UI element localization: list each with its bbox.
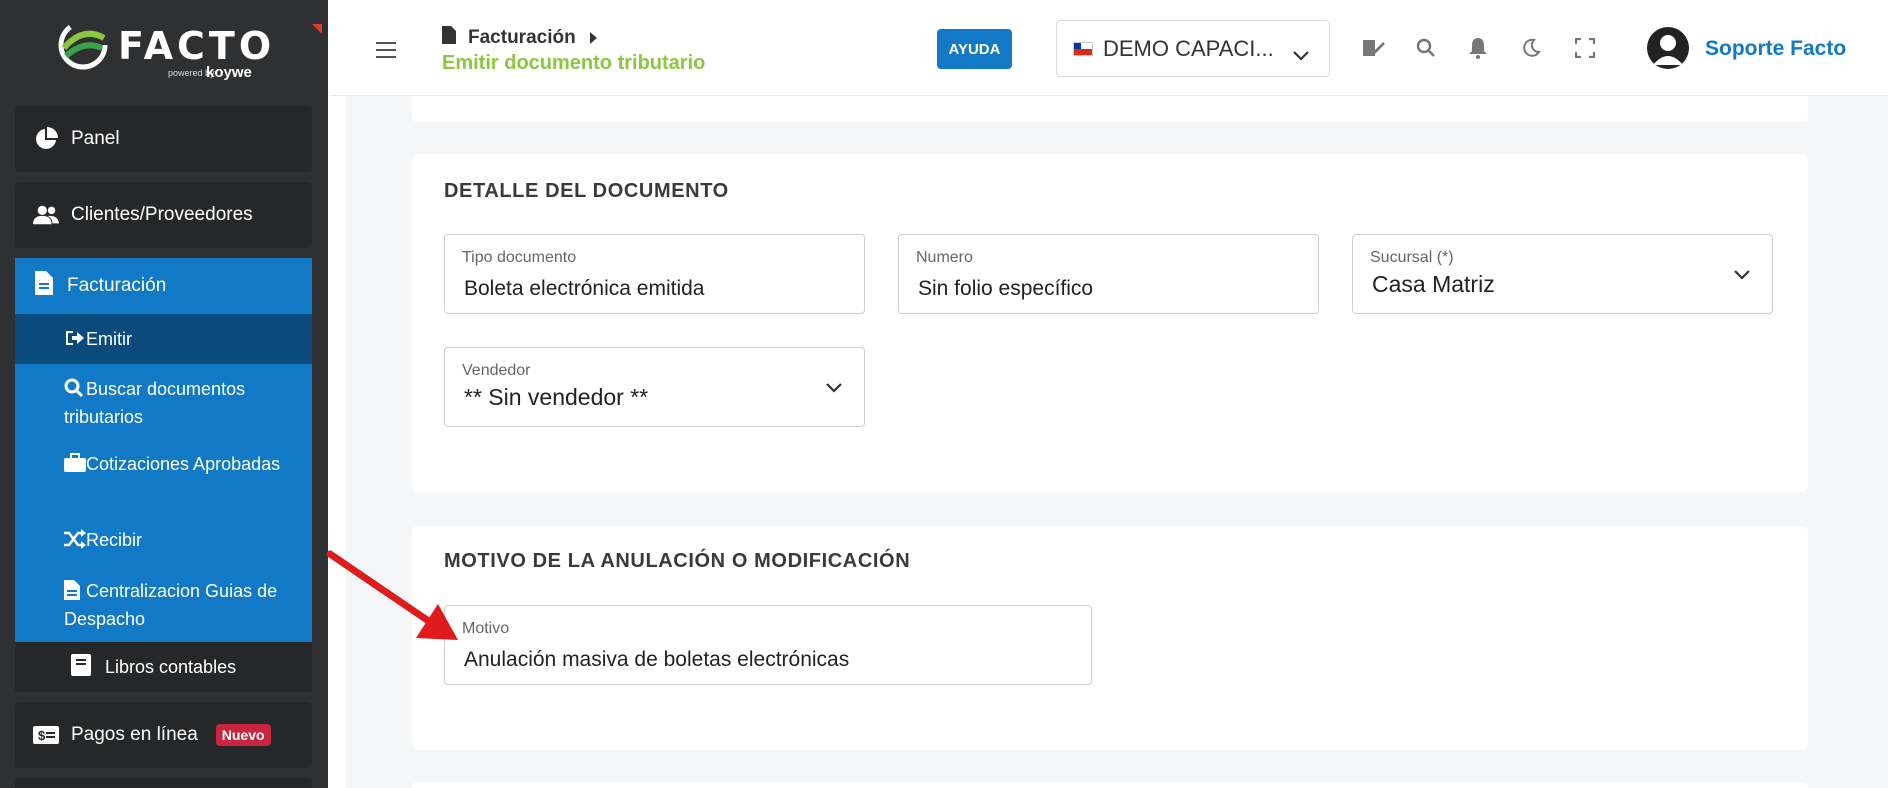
document-icon <box>442 26 456 50</box>
motivo-section-title: MOTIVO DE LA ANULACIÓN O MODIFICACIÓN <box>444 550 911 572</box>
sidebar-item-label: Facturación <box>67 275 167 296</box>
logo-accent <box>312 24 322 34</box>
help-button[interactable]: AYUDA <box>937 29 1012 69</box>
sucursal-select[interactable]: Sucursal (*) Casa Matriz <box>1352 234 1773 314</box>
sidebar-subitem-recibir[interactable]: Recibir <box>64 528 304 556</box>
logo-text: FACTO <box>118 24 276 68</box>
avatar[interactable] <box>1647 27 1689 69</box>
sidebar-item-facturacion[interactable]: Facturación <box>15 258 312 314</box>
motivo-field[interactable]: Motivo Anulación masiva de boletas elect… <box>444 605 1092 685</box>
subitem-label: Buscar documentos tributarios <box>64 379 246 427</box>
money-bill-icon: $ <box>33 722 59 748</box>
breadcrumb-label: Facturación <box>468 27 576 48</box>
sidebar-item-label: Libros contables <box>105 656 237 677</box>
fullscreen-icon[interactable] <box>1573 36 1597 60</box>
subitem-label: Emitir <box>86 329 132 349</box>
briefcase-icon <box>64 453 86 480</box>
field-value: Casa Matriz <box>1372 271 1495 297</box>
sidebar-item-clientes[interactable]: Clientes/Proveedores <box>15 182 312 248</box>
sidebar-item-pagos[interactable]: $ Pagos en línea Nuevo <box>15 702 312 768</box>
chevron-down-icon <box>826 380 842 398</box>
sidebar-subitem-cotizaciones[interactable]: Cotizaciones Aprobadas <box>64 452 304 480</box>
chevron-down-icon <box>1734 267 1750 285</box>
company-name: DEMO CAPACI... <box>1103 35 1274 61</box>
field-label: Tipo documento <box>462 249 577 266</box>
shuffle-icon <box>64 529 86 556</box>
field-label: Motivo <box>462 620 510 637</box>
chevron-down-icon <box>1293 41 1309 67</box>
search-icon <box>64 378 86 405</box>
facto-logo[interactable]: FACTO powered by koywe <box>56 18 322 82</box>
user-name[interactable]: Soporte Facto <box>1705 37 1846 61</box>
sidebar-item-label: Panel <box>71 128 120 149</box>
field-value: Anulación masiva de boletas electrónicas <box>464 648 850 671</box>
users-icon <box>33 202 59 228</box>
chile-flag-icon <box>1073 41 1093 56</box>
field-value: ** Sin vendedor ** <box>464 384 649 410</box>
pie-chart-icon <box>33 126 59 152</box>
field-label: Numero <box>916 249 973 266</box>
sidebar-item-label: Pagos en línea <box>71 724 198 745</box>
sidebar: FACTO powered by koywe Panel Clientes/Pr… <box>0 0 328 788</box>
file-text-icon <box>64 580 86 607</box>
annotation-arrow-icon <box>326 550 458 640</box>
subitem-label: Recibir <box>86 530 143 550</box>
logo-swoosh-icon <box>58 20 108 70</box>
sign-in-icon <box>64 328 86 355</box>
sidebar-subitem-centralizacion[interactable]: Centralizacion Guias de Despacho <box>64 579 304 632</box>
tipo-documento-field[interactable]: Tipo documento Boleta electrónica emitid… <box>444 234 865 314</box>
sidebar-item-panel[interactable]: Panel <box>15 106 312 172</box>
svg-text:$: $ <box>38 728 46 743</box>
subitem-label: Cotizaciones Aprobadas <box>86 454 281 474</box>
partner-logo: koywe <box>206 64 252 81</box>
caret-right-icon <box>589 32 597 44</box>
sidebar-item-label: Clientes/Proveedores <box>71 204 253 225</box>
document-icon <box>35 271 53 301</box>
field-label: Vendedor <box>462 362 531 379</box>
page-title: Emitir documento tributario <box>442 52 706 74</box>
menu-toggle-icon[interactable] <box>376 42 398 60</box>
field-value: Boleta electrónica emitida <box>464 277 705 300</box>
bell-icon[interactable] <box>1466 36 1490 60</box>
sidebar-item-libros[interactable]: Libros contables <box>15 642 312 692</box>
signature-icon[interactable] <box>1362 36 1386 60</box>
sidebar-subitem-buscar[interactable]: Buscar documentos tributarios <box>64 377 304 430</box>
book-icon <box>71 653 91 681</box>
sidebar-subitem-emitir[interactable]: Emitir <box>64 327 304 355</box>
detalle-section-title: DETALLE DEL DOCUMENTO <box>444 180 729 202</box>
breadcrumb[interactable]: Facturación <box>442 26 597 50</box>
sidebar-item-next[interactable] <box>15 778 312 788</box>
field-label: Sucursal (*) <box>1370 249 1454 266</box>
company-selector[interactable]: DEMO CAPACI... <box>1056 20 1330 77</box>
next-card <box>412 782 1808 788</box>
moon-icon[interactable] <box>1519 36 1543 60</box>
subitem-label: Centralizacion Guias de Despacho <box>64 581 278 629</box>
search-icon[interactable] <box>1414 36 1438 60</box>
field-value: Sin folio específico <box>918 277 1094 300</box>
vendedor-select[interactable]: Vendedor ** Sin vendedor ** <box>444 347 865 427</box>
new-badge: Nuevo <box>215 724 271 746</box>
detalle-card <box>412 154 1808 492</box>
numero-field[interactable]: Numero Sin folio específico <box>898 234 1319 314</box>
